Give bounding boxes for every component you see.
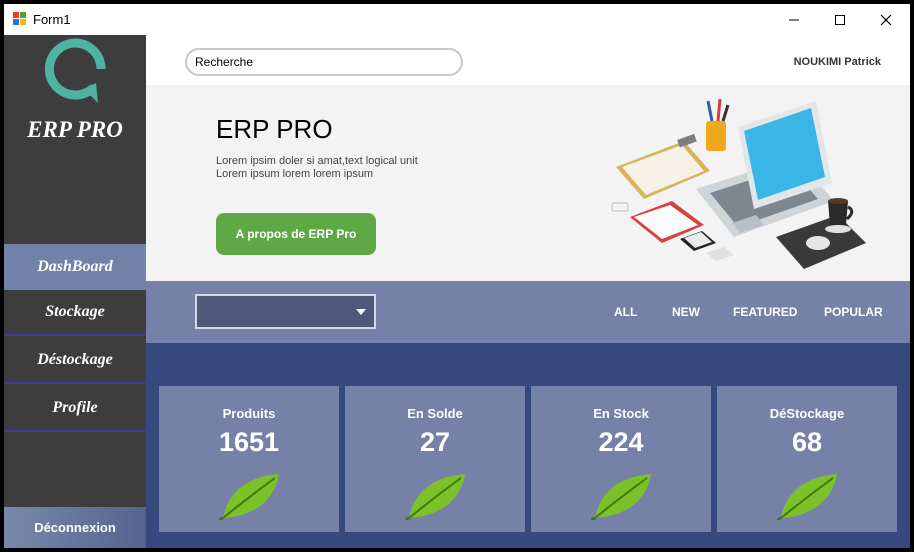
filter-tab-new[interactable]: NEW (672, 305, 700, 319)
nav-item-label: DashBoard (37, 258, 113, 275)
leaf-icon (777, 474, 837, 520)
logo-icon (44, 38, 106, 103)
hero-title: ERP PRO (216, 114, 333, 144)
app-window: Form1 ERP PRO DashBoard Stockage Déstock… (4, 4, 910, 548)
stat-label: En Solde (407, 406, 463, 421)
stat-label: Produits (222, 406, 276, 421)
about-button[interactable]: A propos de ERP Pro (216, 213, 376, 255)
brand-title: ERP PRO (27, 117, 123, 142)
workspace-illustration (611, 98, 866, 269)
stat-value: 224 (598, 427, 644, 457)
stat-value: 27 (419, 427, 451, 457)
close-icon (880, 14, 892, 25)
title-bar: Form1 (4, 4, 910, 35)
stats-panel: Produits 1651 En Solde 27 En Stock 224 D… (146, 343, 910, 548)
minimize-button[interactable] (771, 4, 817, 35)
window-title: Form1 (33, 12, 71, 27)
logout-button[interactable]: Déconnexion (4, 507, 146, 548)
app-icon (13, 12, 26, 25)
stat-card-en-solde: En Solde 27 (345, 386, 525, 532)
hero-description-line: Lorem ipsum lorem lorem ipsum (216, 168, 374, 180)
maximize-icon (835, 14, 845, 25)
nav-item-destockage[interactable]: Déstockage (4, 338, 146, 384)
leaf-icon (219, 474, 279, 520)
stat-card-produits: Produits 1651 (159, 386, 339, 532)
hero-description: Lorem ipsim doler si amat,text logical u… (216, 155, 476, 181)
maximize-button[interactable] (817, 4, 863, 35)
category-dropdown[interactable] (195, 294, 376, 329)
stat-card-destockage: DéStockage 68 (717, 386, 897, 532)
leaf-icon (591, 474, 651, 520)
nav-item-stockage[interactable]: Stockage (4, 290, 146, 336)
nav-item-profile[interactable]: Profile (4, 386, 146, 432)
search-input[interactable] (185, 48, 463, 76)
nav-item-dashboard[interactable]: DashBoard (4, 244, 146, 290)
hero-banner: ERP PRO Lorem ipsim doler si amat,text l… (146, 85, 910, 281)
stat-value: 1651 (218, 427, 280, 457)
nav-item-label: Déstockage (37, 351, 113, 368)
stat-label: En Stock (593, 406, 649, 421)
stat-value: 68 (791, 427, 823, 457)
close-button[interactable] (863, 4, 909, 35)
filter-tab-all[interactable]: ALL (614, 305, 637, 319)
nav-item-label: Stockage (45, 303, 105, 320)
sidebar: ERP PRO DashBoard Stockage Déstockage Pr… (4, 35, 146, 548)
minimize-icon (789, 19, 799, 20)
logout-label: Déconnexion (34, 520, 116, 535)
hero-description-line: Lorem ipsim doler si amat,text logical u… (216, 155, 418, 167)
filter-tab-featured[interactable]: FEATURED (733, 305, 797, 319)
header: NOUKIMI Patrick (146, 35, 910, 85)
leaf-icon (405, 474, 465, 520)
stat-label: DéStockage (769, 406, 845, 421)
nav-item-label: Profile (52, 399, 98, 416)
chevron-down-icon (356, 309, 366, 315)
filter-tab-popular[interactable]: POPULAR (824, 305, 883, 319)
filter-bar: ALL NEW FEATURED POPULAR (146, 281, 910, 343)
stat-card-en-stock: En Stock 224 (531, 386, 711, 532)
user-name: NOUKIMI Patrick (793, 56, 881, 68)
